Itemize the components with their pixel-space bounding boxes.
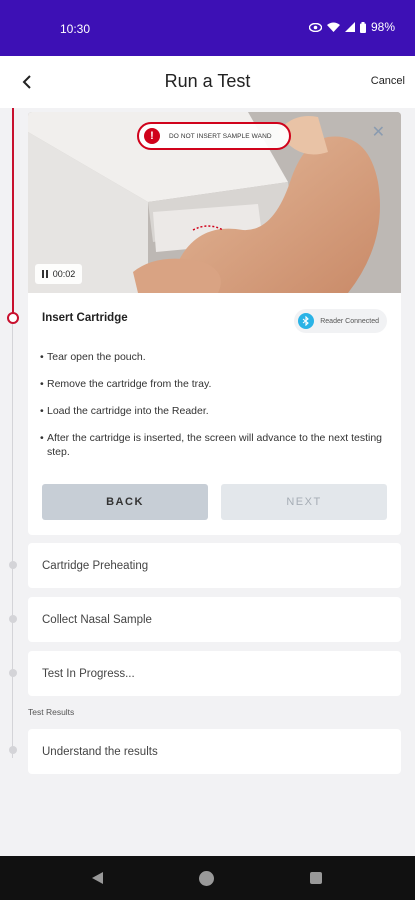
active-step-card: ! DO NOT INSERT SAMPLE WAND ✕ 00:02 Inse… [28,112,401,535]
app-header: Run a Test Cancel [0,56,415,108]
step-label: Test In Progress... [42,667,135,680]
battery-icon [359,21,366,33]
nav-recents-icon[interactable] [310,872,322,884]
nav-home-icon[interactable] [199,871,214,886]
back-button[interactable]: BACK [42,484,208,520]
step-label: Understand the results [42,745,158,758]
instruction-item: Remove the cartridge from the tray. [40,377,388,391]
timeline-line [12,318,13,758]
warning-banner: ! DO NOT INSERT SAMPLE WAND [137,122,291,150]
video-timer: 00:02 [52,269,76,279]
video-playback-control[interactable]: 00:02 [35,264,82,284]
step-cartridge-preheating[interactable]: Cartridge Preheating [28,543,401,588]
timeline-dot [9,746,17,754]
timeline-dot [9,669,17,677]
step-test-in-progress[interactable]: Test In Progress... [28,651,401,696]
nav-back-icon[interactable] [92,872,103,884]
instruction-list: Tear open the pouch. Remove the cartridg… [40,350,388,472]
timeline-dot-active [7,312,19,324]
pause-icon [41,270,48,278]
status-bar: 10:30 98% [0,0,415,56]
timeline-progress-line [12,108,14,318]
bluetooth-icon [298,313,315,329]
instruction-item: After the cartridge is inserted, the scr… [40,431,388,459]
instruction-item: Load the cartridge into the Reader. [40,404,388,418]
timeline-dot [9,561,17,569]
warning-icon: ! [144,128,160,144]
step-label: Cartridge Preheating [42,559,149,572]
step-label: Collect Nasal Sample [42,613,152,626]
step-collect-nasal-sample[interactable]: Collect Nasal Sample [28,597,401,642]
cancel-link[interactable]: Cancel [371,75,405,87]
reader-status-text: Reader Connected [320,317,379,325]
warning-text: DO NOT INSERT SAMPLE WAND [169,132,272,140]
next-button[interactable]: NEXT [221,484,387,520]
step-title: Insert Cartridge [42,312,128,324]
timeline-dot [9,615,17,623]
step-understand-results[interactable]: Understand the results [28,729,401,774]
test-results-heading: Test Results [28,707,75,717]
signal-icon [344,22,355,32]
battery-percent: 98% [370,20,395,34]
instruction-video[interactable]: ! DO NOT INSERT SAMPLE WAND ✕ 00:02 [28,112,401,293]
status-icons: 98% [308,20,395,34]
close-icon[interactable]: ✕ [372,125,385,141]
status-time: 10:30 [60,22,91,36]
page-title: Run a Test [164,71,251,91]
system-nav-bar [0,856,415,900]
wifi-icon [326,22,340,32]
reader-status-badge: Reader Connected [294,309,387,333]
eye-icon [308,22,322,32]
instruction-item: Tear open the pouch. [40,350,388,364]
